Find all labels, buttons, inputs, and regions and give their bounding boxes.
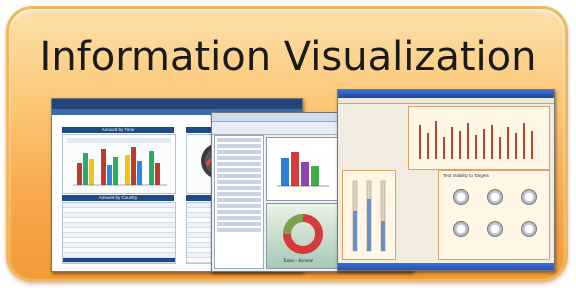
gauge-dial-icon	[453, 221, 469, 237]
gauges-menu-bar	[338, 98, 554, 104]
gauge-dial-icon	[521, 221, 537, 237]
gauge-dial-icon	[487, 189, 503, 205]
report-bar-chart	[266, 137, 340, 201]
section-amount-by-country: Amount by Country	[62, 195, 174, 201]
donut-caption: Taxes - Income	[283, 259, 314, 264]
bar-chart-panel	[62, 134, 176, 194]
banner-title: Information Visualization	[39, 34, 537, 80]
report-donut-thumbnail: Taxes - Income	[283, 214, 323, 264]
gauge-dial-icon	[453, 189, 469, 205]
bar-chart-thumbnail	[67, 138, 171, 186]
report-bar-thumbnail	[277, 152, 329, 187]
dashboard-header	[52, 99, 302, 109]
slider-gauges-thumbnail	[352, 180, 386, 252]
report-donut-chart: Taxes - Income	[266, 203, 340, 269]
thin-bars-thumbnail	[419, 121, 533, 159]
gauges-screenshot: Text Viability to Targets	[337, 89, 555, 271]
gauges-title-bar	[338, 90, 554, 98]
section-amount-by-time: Amount by Time	[62, 127, 174, 133]
round-gauges-card: Text Viability to Targets	[438, 170, 550, 260]
gauge-dial-icon	[521, 189, 537, 205]
gauges-panel-title: Text Viability to Targets	[443, 173, 489, 178]
report-tree-panel	[214, 135, 264, 269]
bar-chart-card	[408, 106, 550, 170]
country-table	[62, 202, 176, 264]
gauge-dial-icon	[487, 221, 503, 237]
windows-taskbar	[338, 263, 554, 270]
slider-gauges-card	[342, 170, 396, 260]
